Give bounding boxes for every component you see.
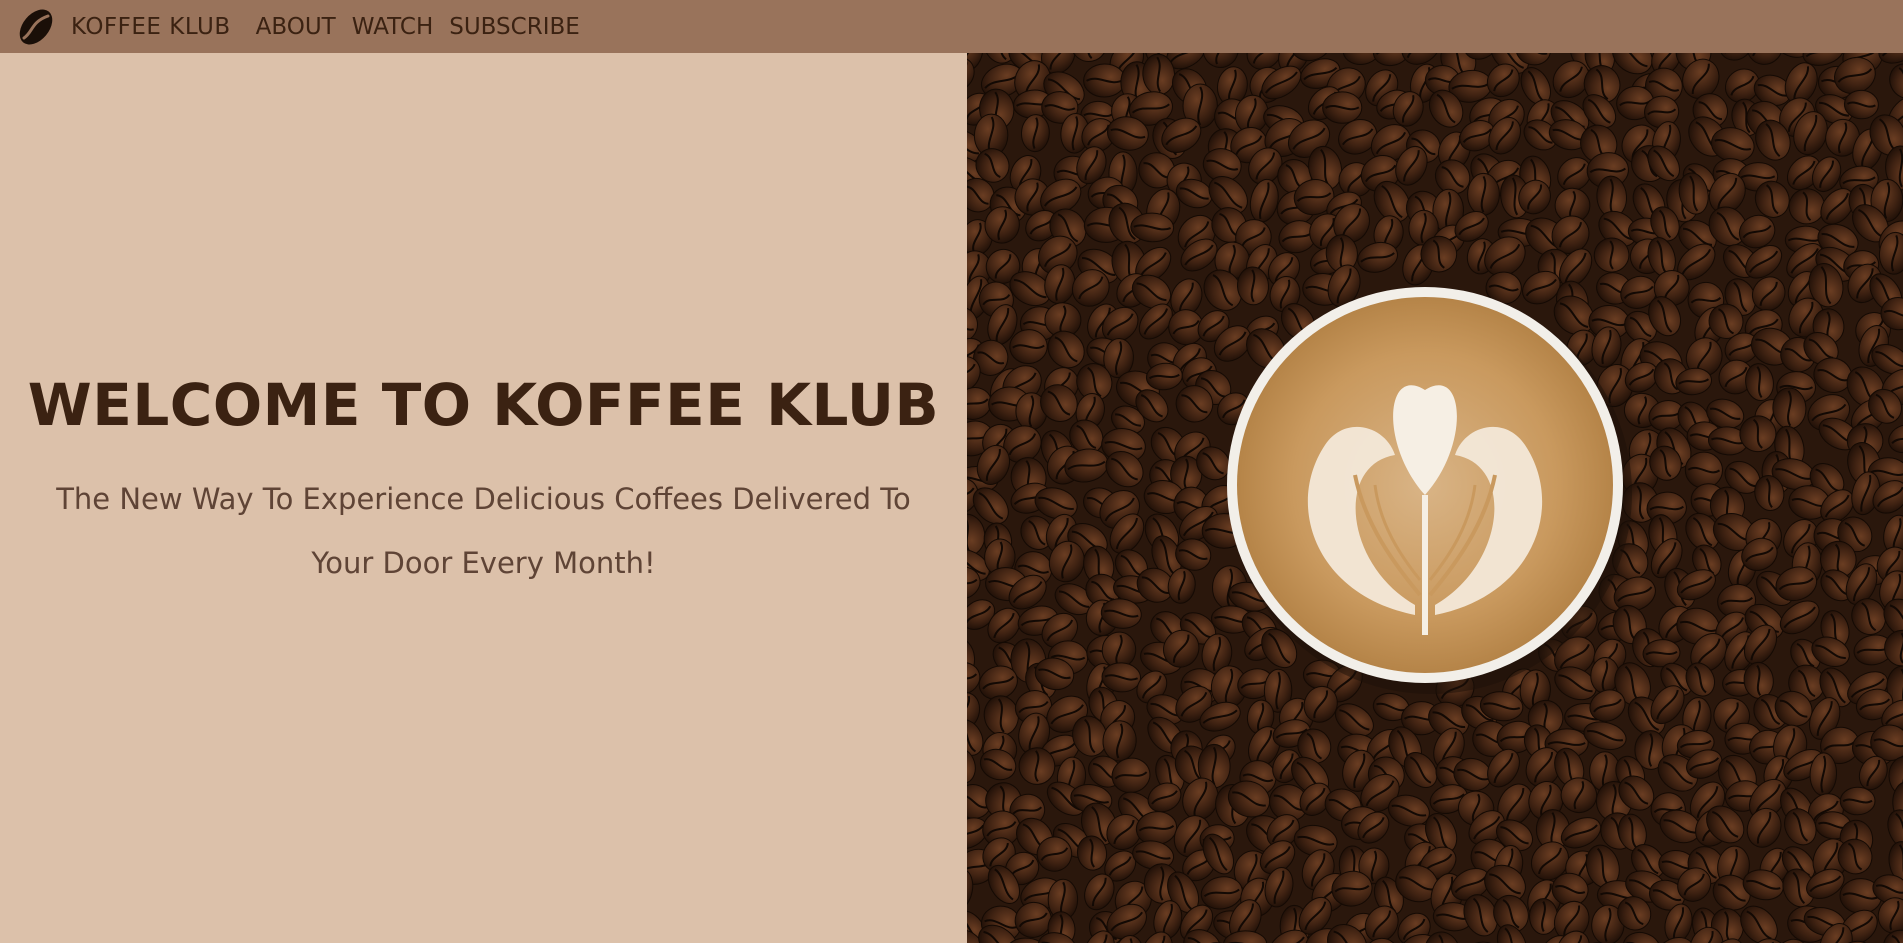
nav-link-subscribe[interactable]: SUBSCRIBE — [449, 14, 580, 40]
coffee-bean-icon[interactable] — [15, 6, 57, 48]
nav-link-watch[interactable]: WATCH — [352, 14, 434, 40]
hero-text-panel: WELCOME TO KOFFEE KLUB The New Way To Ex… — [0, 53, 967, 943]
coffee-beans-background — [967, 53, 1903, 943]
hero-image — [967, 53, 1903, 943]
nav-link-about[interactable]: ABOUT — [256, 14, 336, 40]
hero-title: WELCOME TO KOFFEE KLUB — [27, 371, 940, 439]
top-navbar: KOFFEE KLUB ABOUT WATCH SUBSCRIBE — [0, 0, 1903, 53]
brand-link[interactable]: KOFFEE KLUB — [71, 14, 231, 40]
hero-subtitle: The New Way To Experience Delicious Coff… — [56, 482, 911, 580]
